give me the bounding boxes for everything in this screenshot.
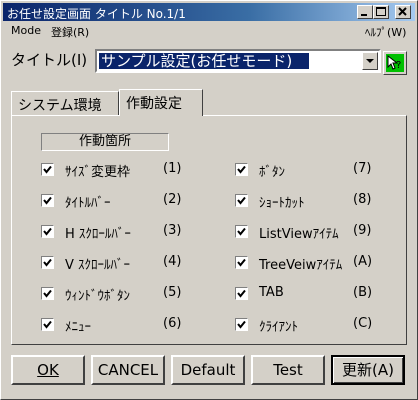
menu-mode[interactable]: Mode [11, 24, 41, 37]
checkmark-icon [43, 289, 52, 298]
option-checkbox[interactable]: V ｽｸﾛｰﾙﾊﾞｰ (4) [41, 254, 211, 273]
window-title: お任せ設定画面 タイトル No.1/1 [7, 7, 186, 21]
checkmark-icon [43, 165, 52, 174]
option-checkbox[interactable]: ｼｮｰﾄｶｯﾄ (8) [235, 192, 405, 211]
checkbox[interactable] [235, 256, 248, 269]
checkbox[interactable] [41, 163, 54, 176]
option-label: TreeVeiwｱｲﾃﾑ [259, 258, 343, 273]
minimize-button[interactable] [357, 5, 373, 19]
option-hotkey: (7) [353, 161, 372, 176]
option-checkbox[interactable]: ﾎﾞﾀﾝ (7) [235, 161, 405, 180]
option-hotkey: (2) [163, 192, 182, 207]
checkbox[interactable] [41, 256, 54, 269]
checkmark-icon [237, 165, 246, 174]
test-button[interactable]: Test [251, 355, 325, 385]
option-label: ｻｲｽﾞ変更枠 [65, 165, 131, 180]
option-checkbox[interactable]: ListViewｱｲﾃﾑ (9) [235, 223, 405, 242]
title-combobox[interactable]: サンプル設定(お任せモード) [95, 49, 381, 73]
checkbox[interactable] [235, 225, 248, 238]
checkbox[interactable] [41, 318, 54, 331]
option-label: ｳｨﾝﾄﾞｳﾎﾞﾀﾝ [65, 289, 130, 304]
option-label: ListViewｱｲﾃﾑ [259, 227, 339, 242]
option-hotkey: (9) [353, 223, 372, 238]
option-checkbox[interactable]: H ｽｸﾛｰﾙﾊﾞｰ (3) [41, 223, 211, 242]
option-label: ｼｮｰﾄｶｯﾄ [259, 196, 305, 211]
tab-system-environment[interactable]: システム環境 [11, 91, 119, 115]
checkmark-icon [43, 196, 52, 205]
chevron-down-icon [366, 59, 374, 63]
option-checkbox[interactable]: ｳｨﾝﾄﾞｳﾎﾞﾀﾝ (5) [41, 285, 211, 304]
option-checkbox[interactable]: TreeVeiwｱｲﾃﾑ (A) [235, 254, 405, 273]
option-hotkey: (8) [353, 192, 372, 207]
default-button[interactable]: Default [171, 355, 245, 385]
option-hotkey: (A) [353, 254, 373, 269]
option-hotkey: (C) [353, 316, 373, 331]
checkbox[interactable] [235, 287, 248, 300]
menu-bar: Mode 登録(R) ﾍﾙﾌﾟ(W) [3, 22, 415, 40]
checkmark-icon [237, 196, 246, 205]
option-hotkey: (5) [163, 285, 182, 300]
checkmark-icon [43, 320, 52, 329]
option-label: ｸﾗｲｱﾝﾄ [259, 320, 298, 335]
context-help-button[interactable]: ? [383, 51, 407, 75]
close-button[interactable] [395, 5, 411, 19]
combobox-dropdown-button[interactable] [362, 52, 378, 70]
checkmark-icon [43, 258, 52, 267]
option-hotkey: (4) [163, 254, 182, 269]
checkbox[interactable] [235, 194, 248, 207]
option-label: ﾒﾆｭｰ [65, 320, 91, 335]
option-label: ﾎﾞﾀﾝ [259, 165, 285, 180]
svg-text:?: ? [396, 60, 401, 71]
maximize-button[interactable] [373, 5, 389, 19]
checkbox[interactable] [41, 287, 54, 300]
option-checkbox[interactable]: ｸﾗｲｱﾝﾄ (C) [235, 316, 405, 335]
checkmark-icon [237, 320, 246, 329]
settings-window: お任せ設定画面 タイトル No.1/1 Mode 登録(R) ﾍﾙﾌﾟ(W) タ… [0, 0, 418, 400]
update-button[interactable]: 更新(A) [331, 355, 405, 385]
minimize-icon [361, 14, 367, 16]
menu-register[interactable]: 登録(R) [51, 24, 89, 40]
option-hotkey: (6) [163, 316, 182, 331]
checkbox[interactable] [235, 318, 248, 331]
cancel-button[interactable]: CANCEL [91, 355, 165, 385]
option-label: ﾀｲﾄﾙﾊﾞｰ [65, 196, 111, 211]
checkbox[interactable] [41, 194, 54, 207]
menu-help[interactable]: ﾍﾙﾌﾟ(W) [365, 24, 406, 40]
checkmark-icon [237, 227, 246, 236]
ok-button[interactable]: OK [11, 355, 85, 385]
maximize-icon [376, 7, 386, 16]
option-hotkey: (1) [163, 161, 182, 176]
checkmark-icon [237, 258, 246, 267]
close-icon [398, 7, 407, 16]
option-checkbox[interactable]: ｻｲｽﾞ変更枠 (1) [41, 161, 211, 180]
option-label: TAB [259, 285, 284, 300]
help-cursor-icon: ? [386, 54, 404, 72]
checkbox[interactable] [41, 225, 54, 238]
title-bar[interactable]: お任せ設定画面 タイトル No.1/1 [3, 3, 415, 21]
checkbox[interactable] [235, 163, 248, 176]
title-label: タイトル(I) [11, 51, 88, 69]
checkmark-icon [237, 289, 246, 298]
title-combobox-value[interactable]: サンプル設定(お任せモード) [99, 53, 309, 69]
option-checkbox[interactable]: ﾀｲﾄﾙﾊﾞｰ (2) [41, 192, 211, 211]
option-checkbox[interactable]: TAB (B) [235, 285, 405, 301]
tab-operation-settings[interactable]: 作動設定 [119, 89, 203, 116]
option-label: H ｽｸﾛｰﾙﾊﾞｰ [65, 227, 131, 242]
section-operation-areas: 作動箇所 [41, 133, 169, 151]
option-hotkey: (B) [353, 285, 373, 300]
option-label: V ｽｸﾛｰﾙﾊﾞｰ [65, 258, 131, 273]
checkmark-icon [43, 227, 52, 236]
option-checkbox[interactable]: ﾒﾆｭｰ (6) [41, 316, 211, 335]
option-hotkey: (3) [163, 223, 182, 238]
